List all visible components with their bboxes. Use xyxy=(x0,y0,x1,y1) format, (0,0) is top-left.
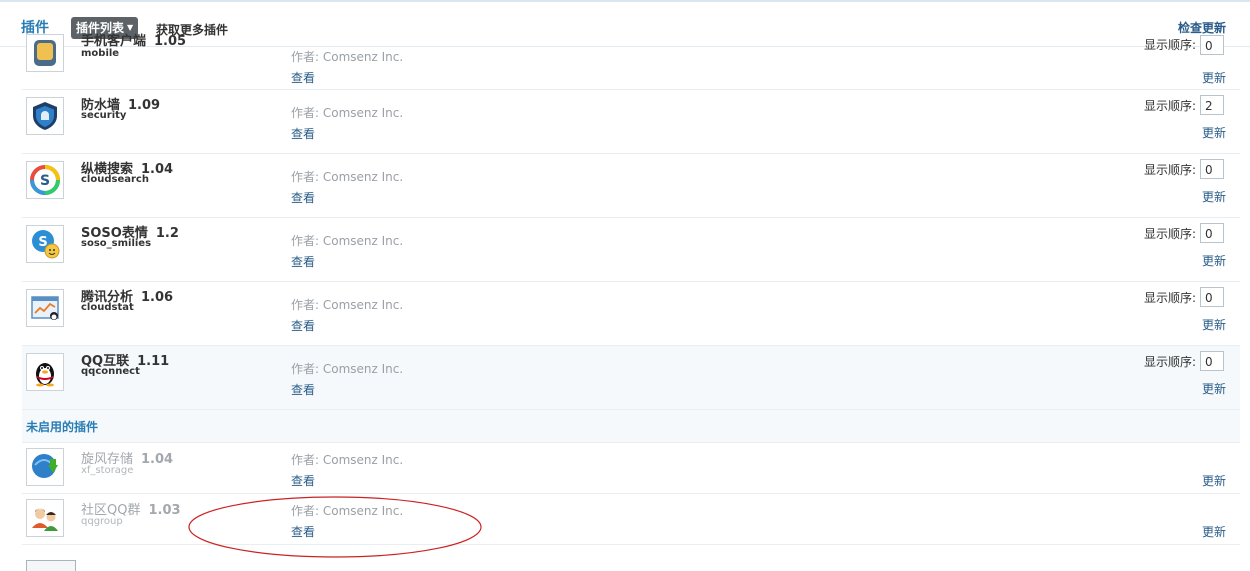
plugin-identifier: xf_storage xyxy=(81,465,134,476)
plugin-row-soso-smilies: S SOSO表情 1.2 soso_smilies 作者: Comsenz Inc… xyxy=(22,218,1240,282)
display-order-label: 显示顺序: xyxy=(1143,355,1196,369)
update-link[interactable]: 更新 xyxy=(1202,252,1226,269)
view-link[interactable]: 查看 xyxy=(291,472,315,489)
plugin-version: 1.05 xyxy=(154,34,187,49)
plugin-author: 作者: Comsenz Inc. xyxy=(291,170,404,184)
update-link[interactable]: 更新 xyxy=(1202,523,1226,540)
plugin-identifier: qqconnect xyxy=(81,366,140,377)
disabled-plugins-section: 未启用的插件 xyxy=(22,410,1240,443)
section-title: 未启用的插件 xyxy=(26,420,99,434)
xf-storage-icon xyxy=(26,448,64,486)
plugin-list: 手机客户端 1.05 mobile 作者: Comsenz Inc. 查看 显示顺… xyxy=(22,34,1240,545)
plugin-identifier: security xyxy=(81,110,127,121)
view-link[interactable]: 查看 xyxy=(291,189,315,206)
plugin-version: 1.09 xyxy=(128,98,161,113)
update-link[interactable]: 更新 xyxy=(1202,69,1226,86)
view-link[interactable]: 查看 xyxy=(291,317,315,334)
plugin-identifier: qqgroup xyxy=(81,516,123,527)
plugin-identifier: cloudsearch xyxy=(81,174,149,185)
update-link[interactable]: 更新 xyxy=(1202,316,1226,333)
plugin-row-security: 防水墙 1.09 security 作者: Comsenz Inc. 查看 显示顺… xyxy=(22,90,1240,154)
display-order-input[interactable]: 0 xyxy=(1200,287,1224,307)
plugin-author: 作者: Comsenz Inc. xyxy=(291,234,404,248)
update-link[interactable]: 更新 xyxy=(1202,124,1226,141)
display-order-input[interactable]: 0 xyxy=(1200,159,1224,179)
plugin-version: 1.04 xyxy=(141,452,174,467)
cloudstat-icon xyxy=(26,289,64,327)
cloudsearch-icon: S xyxy=(26,161,64,199)
plugin-author: 作者: Comsenz Inc. xyxy=(291,362,404,376)
view-link[interactable]: 查看 xyxy=(291,253,315,270)
plugin-author: 作者: Comsenz Inc. xyxy=(291,106,404,120)
qq-penguin-icon xyxy=(26,353,64,391)
plugin-name: 手机客户端 xyxy=(81,34,147,49)
svg-text:S: S xyxy=(40,173,50,189)
qqgroup-icon xyxy=(26,499,64,537)
plugin-version: 1.06 xyxy=(141,290,174,305)
display-order-label: 显示顺序: xyxy=(1143,291,1196,305)
display-order-input[interactable]: 0 xyxy=(1200,35,1224,55)
plugin-row-cloudstat: 腾讯分析 1.06 cloudstat 作者: Comsenz Inc. 查看 显… xyxy=(22,282,1240,346)
mobile-icon xyxy=(26,34,64,72)
check-update-link[interactable]: 检查更新 xyxy=(1178,19,1226,36)
display-order-label: 显示顺序: xyxy=(1143,227,1196,241)
display-order-input[interactable]: 0 xyxy=(1200,351,1224,371)
plugin-identifier: mobile xyxy=(81,48,120,59)
plugin-author: 作者: Comsenz Inc. xyxy=(291,453,404,467)
plugin-identifier: soso_smilies xyxy=(81,238,152,249)
annotation-ellipse xyxy=(188,496,482,558)
submit-button[interactable] xyxy=(26,560,76,571)
plugin-version: 1.03 xyxy=(148,503,181,518)
update-link[interactable]: 更新 xyxy=(1202,188,1226,205)
plugin-version: 1.11 xyxy=(137,354,170,369)
plugin-row-cloudsearch: S 纵横搜索 1.04 cloudsearch 作者: Comsenz Inc. … xyxy=(22,154,1240,218)
plugin-identifier: cloudstat xyxy=(81,302,134,313)
display-order-input[interactable]: 0 xyxy=(1200,223,1224,243)
view-link[interactable]: 查看 xyxy=(291,125,315,142)
display-order-input[interactable]: 2 xyxy=(1200,95,1224,115)
plugin-version: 1.2 xyxy=(155,226,179,241)
soso-smilies-icon: S xyxy=(26,225,64,263)
display-order-label: 显示顺序: xyxy=(1143,99,1196,113)
update-link[interactable]: 更新 xyxy=(1202,380,1226,397)
view-link[interactable]: 查看 xyxy=(291,69,315,86)
view-link[interactable]: 查看 xyxy=(291,381,315,398)
update-link[interactable]: 更新 xyxy=(1202,472,1226,489)
plugin-row-xf-storage: 旋风存储 1.04 xf_storage 作者: Comsenz Inc. 查看 … xyxy=(22,443,1240,494)
security-shield-icon xyxy=(26,97,64,135)
display-order-label: 显示顺序: xyxy=(1143,38,1196,52)
plugin-author: 作者: Comsenz Inc. xyxy=(291,298,404,312)
plugin-row-qqconnect: QQ互联 1.11 qqconnect 作者: Comsenz Inc. 查看 显… xyxy=(22,346,1240,410)
display-order-label: 显示顺序: xyxy=(1143,163,1196,177)
plugin-row-mobile: 手机客户端 1.05 mobile 作者: Comsenz Inc. 查看 显示顺… xyxy=(22,34,1240,90)
plugin-author: 作者: Comsenz Inc. xyxy=(291,50,404,64)
